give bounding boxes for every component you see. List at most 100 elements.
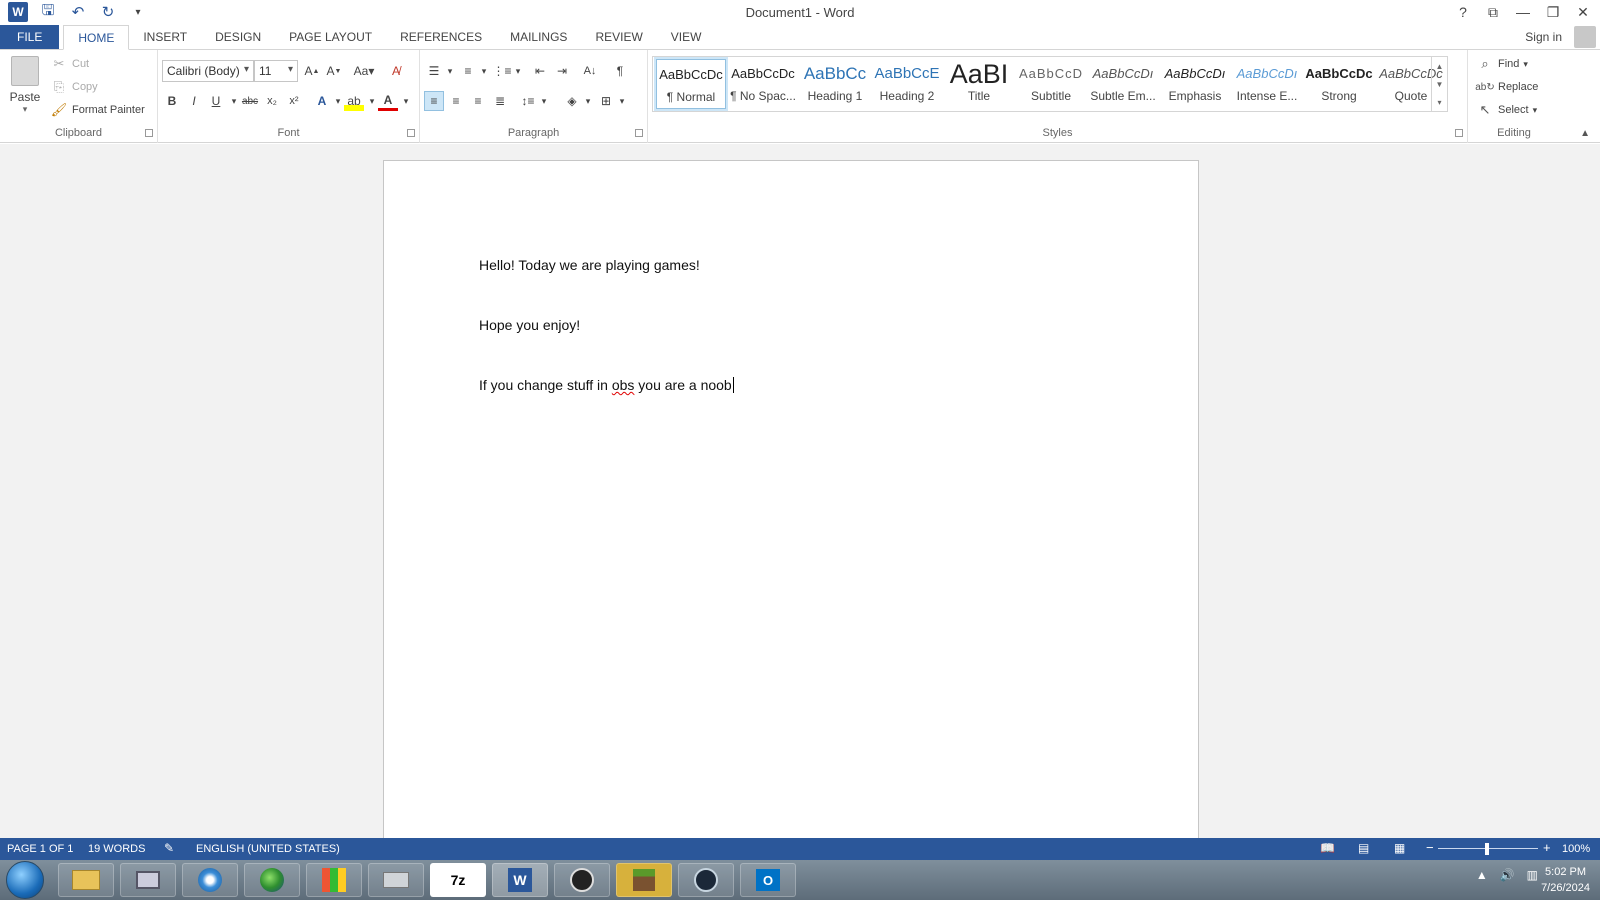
computer-icon[interactable] bbox=[120, 863, 176, 897]
paste-button[interactable]: Paste ▾ bbox=[8, 56, 42, 115]
justify-icon[interactable]: ≣ bbox=[490, 91, 510, 111]
font-launcher-icon[interactable] bbox=[407, 129, 415, 137]
tab-home[interactable]: HOME bbox=[63, 25, 130, 50]
collapse-ribbon-icon[interactable]: ▲ bbox=[1580, 128, 1590, 139]
highlight-icon[interactable]: ab bbox=[344, 91, 364, 111]
document-page[interactable]: Hello! Today we are playing games! Hope … bbox=[383, 160, 1199, 838]
language-indicator[interactable]: ENGLISH (UNITED STATES) bbox=[196, 843, 340, 855]
align-center-icon[interactable]: ≡ bbox=[446, 91, 466, 111]
style-normal[interactable]: AaBbCcDc ¶ Normal bbox=[654, 57, 728, 111]
replace-button[interactable]: ab↻ Replace bbox=[1475, 79, 1538, 95]
clipboard-launcher-icon[interactable] bbox=[145, 129, 153, 137]
tab-review[interactable]: REVIEW bbox=[581, 25, 656, 49]
font-size-select[interactable]: 11 bbox=[254, 60, 298, 82]
web-layout-icon[interactable]: ▦ bbox=[1394, 841, 1405, 855]
superscript-icon[interactable]: x² bbox=[284, 91, 304, 111]
paragraph-1[interactable]: Hello! Today we are playing games! bbox=[479, 257, 700, 273]
browser-icon[interactable] bbox=[182, 863, 238, 897]
font-color-icon[interactable]: A bbox=[378, 91, 398, 111]
decrease-indent-icon[interactable]: ⇤ bbox=[530, 61, 550, 81]
align-right-icon[interactable]: ≡ bbox=[468, 91, 488, 111]
tab-mailings[interactable]: MAILINGS bbox=[496, 25, 581, 49]
borders-dropdown-icon[interactable]: ▾ bbox=[612, 91, 632, 111]
zoom-in-icon[interactable]: + bbox=[1543, 840, 1551, 855]
numbering-dropdown-icon[interactable]: ▾ bbox=[474, 61, 494, 81]
shading-dropdown-icon[interactable]: ▾ bbox=[578, 91, 598, 111]
multilevel-dropdown-icon[interactable]: ▾ bbox=[508, 61, 528, 81]
bold-icon[interactable]: B bbox=[162, 91, 182, 111]
sort-icon[interactable]: A↓ bbox=[580, 61, 600, 81]
format-painter-button[interactable]: 🖌 Format Painter bbox=[50, 102, 145, 118]
line-spacing-dropdown-icon[interactable]: ▾ bbox=[534, 91, 554, 111]
word-taskbar-icon[interactable]: W bbox=[492, 863, 548, 897]
tools-app-icon[interactable] bbox=[368, 863, 424, 897]
copy-button[interactable]: ⎘ Copy bbox=[50, 79, 98, 95]
style-subtitle[interactable]: AaBbCcD Subtitle bbox=[1016, 59, 1086, 109]
chevron-down-icon[interactable]: ▼ bbox=[1436, 80, 1444, 89]
cut-button[interactable]: ✂ Cut bbox=[50, 56, 90, 72]
globe-app-icon[interactable] bbox=[244, 863, 300, 897]
zoom-level[interactable]: 100% bbox=[1562, 843, 1590, 855]
style-intense-emphasis[interactable]: AaBbCcDı Intense E... bbox=[1232, 59, 1302, 109]
style-no-spacing[interactable]: AaBbCcDc ¶ No Spac... bbox=[728, 59, 798, 109]
proofing-icon[interactable]: ✎ bbox=[164, 841, 174, 855]
zoom-out-icon[interactable]: − bbox=[1426, 840, 1434, 855]
close-icon[interactable]: ✕ bbox=[1572, 2, 1594, 22]
bullets-dropdown-icon[interactable]: ▾ bbox=[440, 61, 460, 81]
subscript-icon[interactable]: x₂ bbox=[262, 91, 282, 111]
change-case-icon[interactable]: Aa▾ bbox=[350, 61, 378, 81]
grow-font-icon[interactable]: A ▲ bbox=[302, 61, 322, 81]
zoom-slider-thumb[interactable] bbox=[1485, 843, 1489, 855]
tab-references[interactable]: REFERENCES bbox=[386, 25, 496, 49]
style-heading-2[interactable]: AaBbCcE Heading 2 bbox=[872, 59, 942, 109]
find-button[interactable]: ⌕ Find ▾ bbox=[1476, 56, 1528, 72]
tab-file[interactable]: FILE bbox=[0, 25, 60, 49]
word-count[interactable]: 19 WORDS bbox=[88, 843, 145, 855]
minecraft-icon[interactable] bbox=[616, 863, 672, 897]
show-hidden-icons-icon[interactable]: ▲ bbox=[1476, 868, 1488, 882]
more-styles-icon[interactable]: ▾ bbox=[1437, 98, 1441, 107]
underline-icon[interactable]: U bbox=[206, 91, 226, 111]
tab-view[interactable]: VIEW bbox=[657, 25, 716, 49]
increase-indent-icon[interactable]: ⇥ bbox=[552, 61, 572, 81]
colorful-app-icon[interactable] bbox=[306, 863, 362, 897]
tab-page-layout[interactable]: PAGE LAYOUT bbox=[275, 25, 386, 49]
style-strong[interactable]: AaBbCcDc Strong bbox=[1304, 59, 1374, 109]
align-left-icon[interactable]: ≡ bbox=[424, 91, 444, 111]
page-count[interactable]: PAGE 1 OF 1 bbox=[7, 843, 73, 855]
outlook-icon[interactable]: O bbox=[740, 863, 796, 897]
paragraph-3[interactable]: If you change stuff in obs you are a noo… bbox=[479, 377, 734, 393]
sign-in-link[interactable]: Sign in bbox=[1525, 30, 1562, 44]
styles-gallery-scroll[interactable]: ▲ ▼ ▾ bbox=[1431, 57, 1447, 111]
file-explorer-icon[interactable] bbox=[58, 863, 114, 897]
minimize-icon[interactable]: — bbox=[1512, 2, 1534, 22]
strikethrough-icon[interactable]: abc bbox=[240, 91, 260, 111]
select-button[interactable]: ↖ Select ▾ bbox=[1476, 102, 1538, 118]
tab-design[interactable]: DESIGN bbox=[201, 25, 275, 49]
ribbon-display-options-icon[interactable]: ⧉ bbox=[1482, 2, 1504, 22]
clock[interactable]: 5:02 PM 7/26/2024 bbox=[1541, 864, 1590, 896]
help-icon[interactable]: ? bbox=[1452, 2, 1474, 22]
print-layout-icon[interactable]: ▤ bbox=[1358, 841, 1369, 855]
start-button[interactable] bbox=[6, 861, 44, 899]
font-family-select[interactable]: Calibri (Body) bbox=[162, 60, 254, 82]
paragraph-launcher-icon[interactable] bbox=[635, 129, 643, 137]
shrink-font-icon[interactable]: A ▼ bbox=[324, 61, 344, 81]
chevron-up-icon[interactable]: ▲ bbox=[1436, 62, 1444, 71]
style-subtle-emphasis[interactable]: AaBbCcDı Subtle Em... bbox=[1088, 59, 1158, 109]
italic-icon[interactable]: I bbox=[184, 91, 204, 111]
styles-launcher-icon[interactable] bbox=[1455, 129, 1463, 137]
font-color-dropdown-icon[interactable]: ▾ bbox=[396, 91, 416, 111]
avatar[interactable] bbox=[1574, 26, 1596, 48]
style-emphasis[interactable]: AaBbCcDı Emphasis bbox=[1160, 59, 1230, 109]
spelling-error-word[interactable]: obs bbox=[612, 377, 635, 393]
paragraph-2[interactable]: Hope you enjoy! bbox=[479, 317, 580, 333]
obs-icon[interactable] bbox=[554, 863, 610, 897]
style-heading-1[interactable]: AaBbCc Heading 1 bbox=[800, 59, 870, 109]
clear-formatting-icon[interactable]: A̸ bbox=[386, 61, 406, 81]
steam-icon[interactable] bbox=[678, 863, 734, 897]
7zip-icon[interactable]: 7z bbox=[430, 863, 486, 897]
read-mode-icon[interactable]: 📖 bbox=[1320, 841, 1335, 855]
document-area[interactable]: Hello! Today we are playing games! Hope … bbox=[0, 144, 1600, 838]
style-title[interactable]: AaBI Title bbox=[944, 59, 1014, 109]
